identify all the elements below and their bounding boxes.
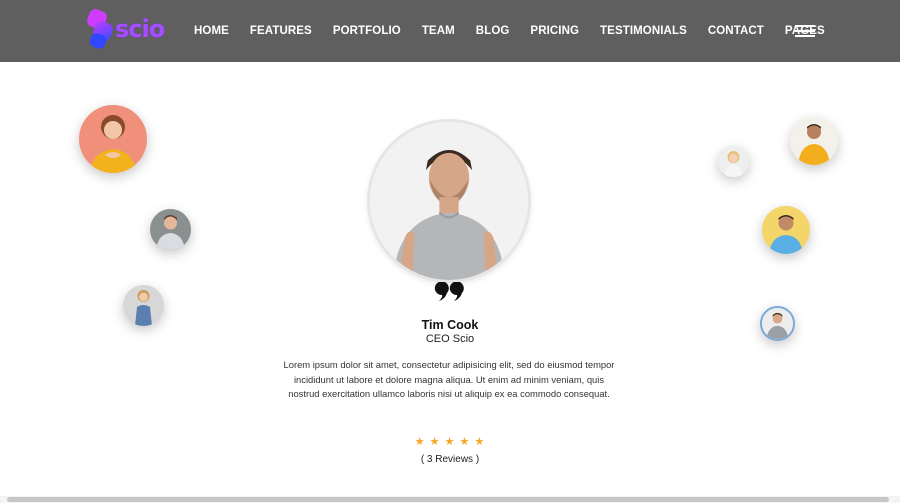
horizontal-scrollbar[interactable]	[0, 496, 900, 503]
quote-icon	[434, 282, 464, 301]
person-icon	[790, 117, 838, 165]
avatar-man-blue[interactable]	[762, 206, 810, 254]
hamburger-icon[interactable]	[795, 25, 815, 37]
featured-avatar	[367, 119, 531, 283]
star-icon: ★	[474, 436, 486, 448]
person-icon	[150, 209, 191, 250]
avatar-woman-blonde[interactable]	[718, 146, 749, 177]
nav-portfolio[interactable]: PORTFOLIO	[333, 25, 401, 37]
nav-features[interactable]: FEATURES	[250, 25, 312, 37]
testimonial-role: CEO Scio	[425, 333, 475, 345]
testimonials-section: Tim Cook CEO Scio Lorem ipsum dolor sit …	[0, 62, 900, 503]
person-icon	[79, 105, 147, 173]
main-nav: HOME FEATURES PORTFOLIO TEAM BLOG PRICIN…	[194, 0, 846, 62]
rating-stars: ★ ★ ★ ★ ★	[0, 435, 900, 448]
nav-home[interactable]: HOME	[194, 25, 229, 37]
review-count: ( 3 Reviews )	[420, 454, 480, 465]
brand-logo[interactable]: scio	[84, 8, 166, 52]
nav-contact[interactable]: CONTACT	[708, 25, 764, 37]
avatar-man-shirt[interactable]	[150, 209, 191, 250]
star-icon: ★	[429, 436, 441, 448]
nav-team[interactable]: TEAM	[422, 25, 455, 37]
star-icon: ★	[444, 436, 456, 448]
scrollbar-thumb[interactable]	[7, 497, 889, 502]
person-photo-icon	[370, 122, 528, 280]
top-navbar: scio HOME FEATURES PORTFOLIO TEAM BLOG P…	[0, 0, 900, 62]
nav-testimonials[interactable]: TESTIMONIALS	[600, 25, 687, 37]
person-icon	[718, 146, 749, 177]
person-icon	[762, 206, 810, 254]
star-icon: ★	[459, 436, 471, 448]
testimonial-text: Lorem ipsum dolor sit amet, consectetur …	[283, 359, 615, 400]
avatar-man-yellow[interactable]	[790, 117, 838, 165]
avatar-woman-heart[interactable]	[79, 105, 147, 173]
logo-text: scio	[115, 15, 165, 43]
star-icon: ★	[414, 436, 426, 448]
nav-blog[interactable]: BLOG	[476, 25, 510, 37]
nav-pricing[interactable]: PRICING	[530, 25, 579, 37]
testimonial-name: Tim Cook	[421, 318, 479, 332]
logo-mark-icon	[87, 9, 113, 49]
